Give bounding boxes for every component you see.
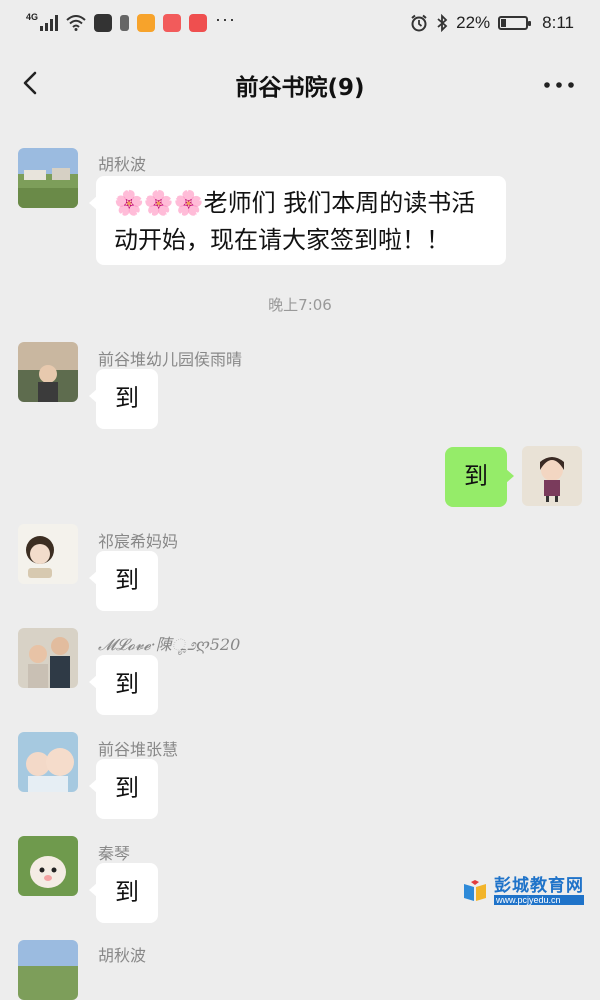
sender-name: 前谷堆张慧 <box>98 740 179 759</box>
message-bubble[interactable]: 到 <box>89 655 158 715</box>
alarm-icon <box>411 14 427 32</box>
my-message-bubble[interactable]: 到 <box>445 447 514 507</box>
message-bubble[interactable]: 🌸🌸🌸老师们 我们本周的读书活 动开始，现在请大家签到啦！！ <box>89 176 506 265</box>
message-text-line: 动开始，现在请大家签到啦！！ <box>114 226 450 254</box>
chat-header: 前谷书院(9) <box>0 46 600 122</box>
avatar[interactable] <box>18 940 78 1000</box>
message-timestamp: 晚上7:06 <box>268 296 332 314</box>
battery-icon <box>498 16 532 30</box>
sender-name: 胡秋波 <box>98 946 147 965</box>
sender-name: 秦琴 <box>98 844 131 863</box>
message-bubble[interactable]: 到 <box>89 863 158 923</box>
bluetooth-icon <box>437 14 448 32</box>
wifi-icon <box>66 15 86 31</box>
message-text-line: 🌸🌸🌸老师们 我们本周的读书活 <box>114 189 476 217</box>
avatar[interactable] <box>18 148 78 208</box>
watermark-url: www.pcjyedu.cn <box>494 895 584 905</box>
avatar[interactable] <box>18 836 78 896</box>
avatar[interactable] <box>18 628 78 688</box>
video-app-icon <box>137 14 156 32</box>
status-bar-left: 4G ··· <box>26 8 236 34</box>
headphone-app-icon <box>94 14 113 32</box>
sender-name: 胡秋波 <box>98 155 147 174</box>
avatar[interactable] <box>18 524 78 584</box>
avatar[interactable] <box>18 732 78 792</box>
avatar[interactable] <box>18 342 78 402</box>
status-bar-right: 22% 8:11 <box>410 12 574 34</box>
watermark-text: 彭城教育网 <box>494 876 584 896</box>
watermark-logo: 彭城教育网 www.pcjyedu.cn <box>464 876 584 905</box>
chat-title: 前谷书院(9) <box>235 75 365 101</box>
sender-name: 前谷堆幼儿园侯雨晴 <box>98 350 243 369</box>
sender-name: 𝓜𝓛𝓸𝓿𝓮·陳ೄ೨ღ520 <box>98 635 241 654</box>
message-bubble[interactable]: 到 <box>89 759 158 819</box>
battery-level <box>501 19 507 27</box>
book-logo-icon <box>464 880 486 901</box>
network-type: 4G <box>26 12 39 22</box>
red-app-icon <box>189 14 208 32</box>
message-bubble[interactable]: 到 <box>89 551 158 611</box>
my-avatar[interactable] <box>522 446 582 506</box>
more-options-icon[interactable] <box>544 82 574 88</box>
clock: 8:11 <box>542 13 574 32</box>
phone-icon <box>120 15 130 31</box>
status-bar: 4G ··· 22% 8:11 <box>0 0 600 46</box>
more-notifications-icon: ··· <box>215 8 236 29</box>
book-app-icon <box>163 14 182 32</box>
battery-percent: 22% <box>456 13 491 32</box>
sender-name: 祁宸希妈妈 <box>98 532 179 551</box>
signal-icon <box>40 15 59 31</box>
message-bubble[interactable]: 到 <box>89 369 158 429</box>
